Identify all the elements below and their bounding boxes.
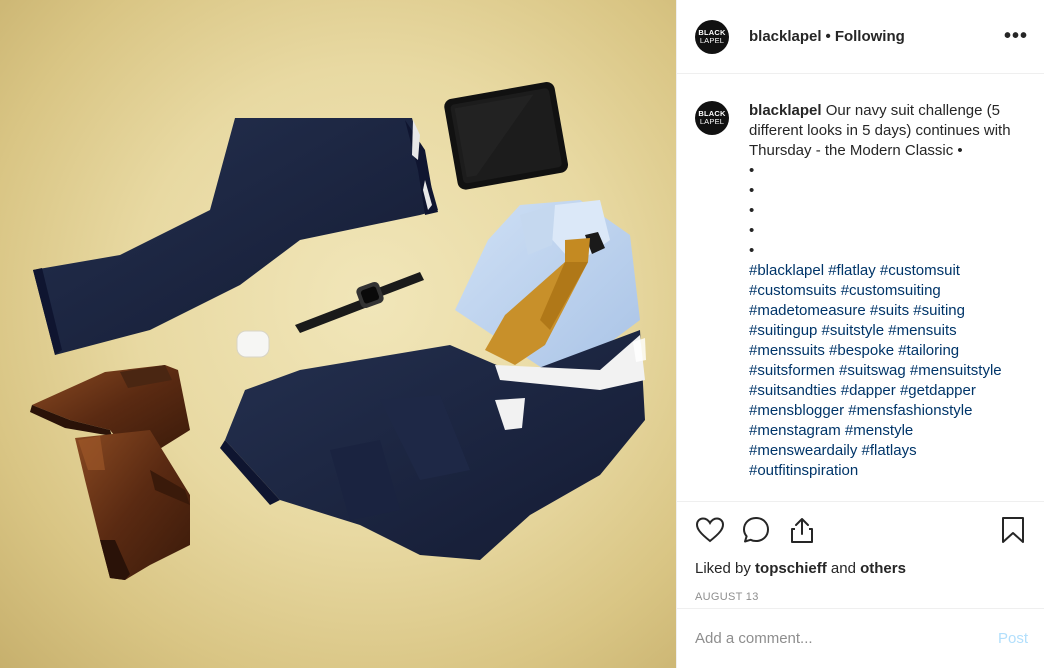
caption-text: blacklapel Our navy suit challenge (5 di… [749, 101, 1019, 481]
flatlay-photo [30, 82, 646, 580]
comment-bubble-icon[interactable] [741, 515, 771, 545]
post-image[interactable] [0, 0, 676, 668]
avatar-text-line2: LAPEL [699, 35, 725, 45]
caption-username-link[interactable]: blacklapel [749, 102, 822, 119]
caption-bullet: • [749, 202, 755, 219]
post-sidebar: BLACK LAPEL blacklapel • Following ••• BLA… [676, 0, 1044, 668]
comment-input[interactable]: Add a comment... [695, 630, 998, 647]
likes-summary: Liked by topschieff and others [677, 558, 1044, 580]
tablet [444, 82, 569, 190]
earbuds-case [236, 330, 270, 358]
liked-by-user-link[interactable]: topschieff [755, 560, 827, 577]
caption-bullet: • [749, 162, 755, 179]
smartwatch [295, 272, 424, 333]
caption-bullet: • [749, 242, 755, 259]
separator-dot: • [825, 28, 831, 45]
avatar-text-line2: LAPEL [699, 117, 725, 126]
action-bar [677, 502, 1044, 558]
post-date[interactable]: AUGUST 13 [677, 586, 1044, 608]
bookmark-icon[interactable] [998, 515, 1028, 545]
heart-icon[interactable] [695, 515, 725, 545]
instagram-post: BLACK LAPEL blacklapel • Following ••• BLA… [0, 0, 1044, 668]
caption-bullet: • [749, 182, 755, 199]
likes-middle: and [830, 560, 856, 577]
navy-trousers [33, 118, 438, 355]
header-user-info: blacklapel • Following [749, 28, 905, 45]
avatar[interactable]: BLACK LAPEL [695, 19, 729, 54]
more-options-icon[interactable]: ••• [1004, 25, 1028, 48]
caption-bullet: • [749, 222, 755, 239]
post-header: BLACK LAPEL blacklapel • Following ••• [677, 0, 1044, 74]
username-link[interactable]: blacklapel [749, 28, 822, 45]
post-comment-button[interactable]: Post [998, 630, 1028, 647]
likes-prefix: Liked by [695, 560, 751, 577]
avatar[interactable]: BLACK LAPEL [695, 101, 729, 135]
navy-jacket [220, 330, 646, 560]
caption: BLACK LAPEL blacklapel Our navy suit cha… [677, 74, 1044, 502]
following-button[interactable]: Following [835, 28, 905, 45]
share-icon[interactable] [787, 515, 817, 545]
brown-boots [30, 365, 190, 580]
likes-others-link[interactable]: others [860, 560, 906, 577]
comment-box: Add a comment... Post [677, 608, 1044, 668]
caption-hashtags[interactable]: #blacklapel #flatlay #customsuit #custom… [749, 261, 1019, 481]
